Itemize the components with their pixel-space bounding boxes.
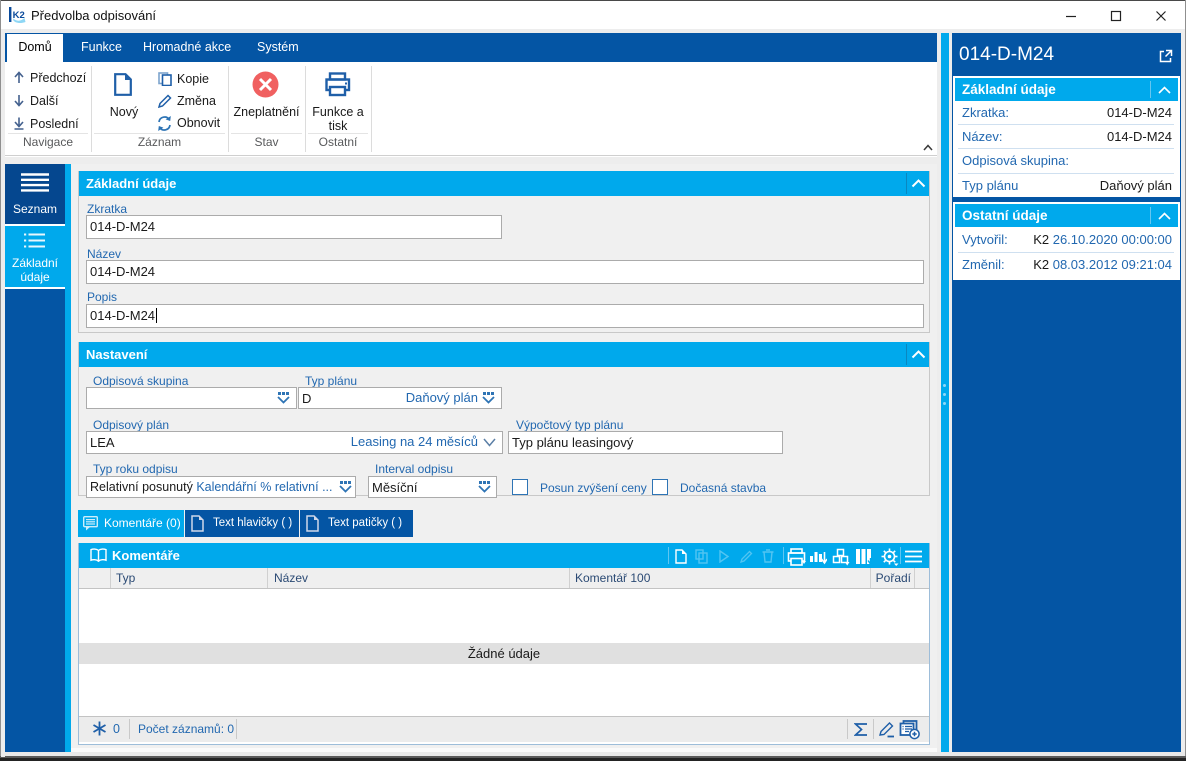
svg-text:K2: K2: [13, 10, 25, 21]
